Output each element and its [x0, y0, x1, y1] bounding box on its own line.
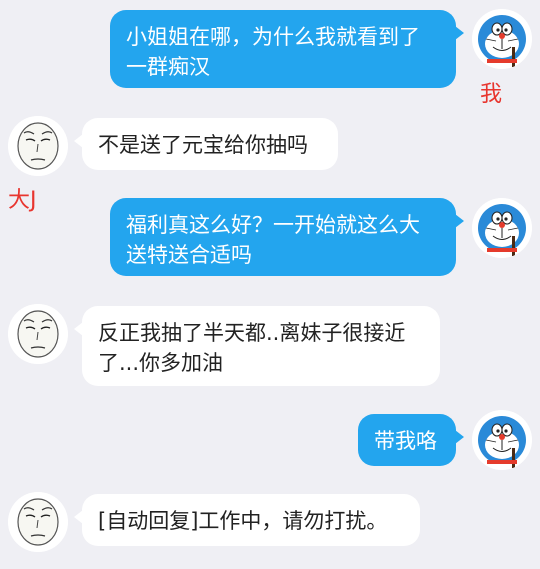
- message-bubble-other[interactable]: 不是送了元宝给你抽吗: [74, 118, 338, 170]
- label-other: 大J: [8, 188, 37, 213]
- chat-area: 小姐姐在哪，为什么我就看到了一群痴汉 我 不是送了元宝给你抽吗 大J 福利真这么…: [0, 0, 540, 569]
- label-me: 我: [480, 82, 503, 107]
- message-bubble-me[interactable]: 小姐姐在哪，为什么我就看到了一群痴汉: [110, 10, 464, 88]
- message-bubble-me[interactable]: 带我咯: [358, 414, 464, 466]
- message-bubble-other[interactable]: 反正我抽了半天都..离妹子很接近了...你多加油: [74, 306, 440, 386]
- message-bubble-me[interactable]: 福利真这么好？一开始就这么大送特送合适吗: [110, 198, 464, 276]
- meme-face-avatar[interactable]: [8, 304, 68, 364]
- meme-face-avatar[interactable]: [8, 492, 68, 552]
- doraemon-avatar[interactable]: [472, 198, 532, 258]
- message-bubble-other[interactable]: [自动回复]工作中，请勿打扰。: [74, 494, 420, 546]
- meme-face-avatar[interactable]: [8, 116, 68, 176]
- doraemon-avatar[interactable]: [472, 410, 532, 470]
- doraemon-avatar[interactable]: [472, 9, 532, 69]
